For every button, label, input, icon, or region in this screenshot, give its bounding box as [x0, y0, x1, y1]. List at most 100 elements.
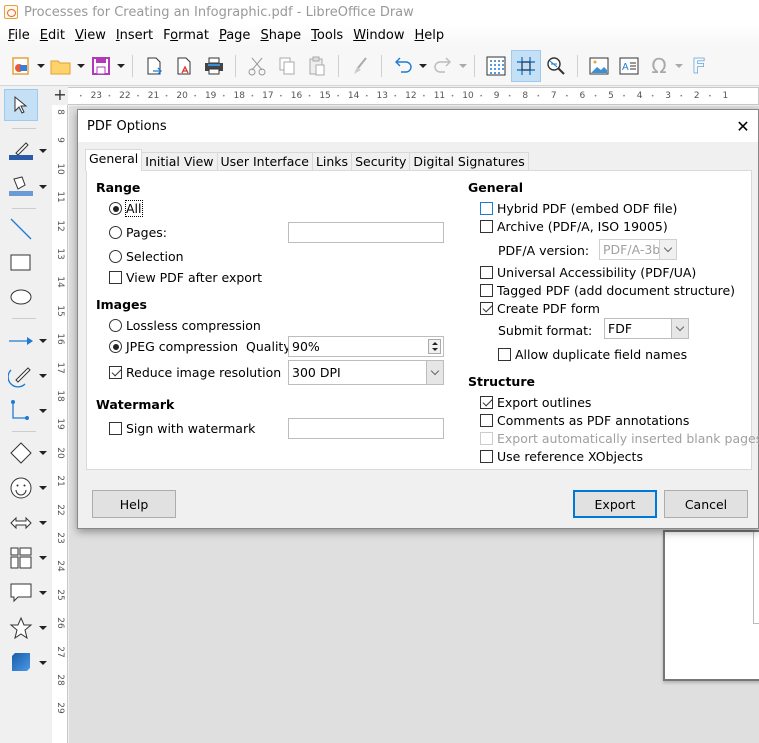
- curve-tool[interactable]: [4, 359, 50, 393]
- menu-window[interactable]: Window: [348, 28, 409, 43]
- export-button[interactable]: Export: [573, 490, 657, 518]
- comments-as-annotations-checkbox[interactable]: Comments as PDF annotations: [480, 413, 689, 428]
- menu-view[interactable]: View: [70, 28, 111, 43]
- menu-edit[interactable]: Edit: [35, 28, 70, 43]
- new-document-button[interactable]: [6, 50, 36, 82]
- callouts-dropdown[interactable]: [38, 591, 48, 595]
- undo-dropdown[interactable]: [418, 50, 428, 82]
- archive-pdfa-checkbox[interactable]: Archive (PDF/A, ISO 19005): [480, 219, 668, 234]
- save-button[interactable]: [86, 50, 116, 82]
- new-document-dropdown[interactable]: [36, 50, 46, 82]
- menu-format[interactable]: Format: [158, 28, 214, 43]
- vertical-ruler[interactable]: 8 9 10 11 12 13 14 15 16 17 18 19 20 21 22 23 24 25 26 27 28…: [52, 105, 68, 743]
- flowchart-dropdown[interactable]: [38, 556, 48, 560]
- range-pages-radio[interactable]: Pages:: [109, 225, 167, 240]
- 3d-objects-dropdown[interactable]: [38, 661, 48, 665]
- insert-image-button[interactable]: [584, 50, 614, 82]
- menu-shape[interactable]: Shape: [255, 28, 306, 43]
- paste-button[interactable]: [302, 50, 332, 82]
- range-selection-radio[interactable]: Selection: [109, 249, 184, 264]
- reduce-resolution-checkbox-box[interactable]: [109, 366, 122, 379]
- reduce-resolution-checkbox[interactable]: Reduce image resolution: [109, 365, 281, 380]
- flowchart-tool[interactable]: [4, 541, 50, 575]
- tab-initial-view[interactable]: Initial View: [141, 152, 218, 171]
- chevron-down-icon[interactable]: [659, 240, 676, 259]
- special-character-dropdown[interactable]: [674, 50, 684, 82]
- pages-input[interactable]: [288, 222, 444, 243]
- symbol-shapes-dropdown[interactable]: [38, 486, 48, 490]
- menu-page[interactable]: Page: [214, 28, 255, 43]
- tab-digital-signatures[interactable]: Digital Signatures: [409, 152, 529, 171]
- line-arrow-tool[interactable]: [4, 324, 50, 358]
- open-button[interactable]: [46, 50, 76, 82]
- hybrid-pdf-checkbox-box[interactable]: [480, 202, 493, 215]
- jpeg-compression-radio[interactable]: JPEG compression Quality:: [109, 339, 294, 354]
- copy-button[interactable]: [272, 50, 302, 82]
- archive-checkbox-box[interactable]: [480, 220, 493, 233]
- radio-pages-indicator[interactable]: [109, 226, 122, 239]
- universal-accessibility-checkbox[interactable]: Universal Accessibility (PDF/UA): [480, 265, 696, 280]
- stars-dropdown[interactable]: [38, 626, 48, 630]
- lossless-compression-radio[interactable]: Lossless compression: [109, 318, 261, 333]
- allow-duplicate-checkbox-box[interactable]: [498, 348, 511, 361]
- tab-links[interactable]: Links: [311, 152, 353, 171]
- submit-format-combobox[interactable]: FDF: [604, 318, 689, 339]
- block-arrows-tool[interactable]: [4, 506, 50, 540]
- tab-security[interactable]: Security: [351, 152, 411, 171]
- fill-color-tool[interactable]: [4, 170, 50, 204]
- zoom-pan-button[interactable]: [541, 50, 571, 82]
- help-button[interactable]: Help: [92, 490, 176, 518]
- range-all-radio[interactable]: All: [109, 200, 143, 217]
- basic-shapes-tool[interactable]: [4, 436, 50, 470]
- line-color-tool[interactable]: [4, 134, 50, 168]
- clone-formatting-button[interactable]: [345, 50, 375, 82]
- print-button[interactable]: [199, 50, 229, 82]
- show-grid-button[interactable]: [481, 50, 511, 82]
- export-outlines-checkbox[interactable]: Export outlines: [480, 395, 591, 410]
- document-page[interactable]: [663, 530, 759, 681]
- connector-tool[interactable]: [4, 394, 50, 428]
- quality-spin-buttons[interactable]: [428, 339, 441, 354]
- quality-spinbox[interactable]: 90%: [288, 336, 444, 357]
- chevron-down-icon[interactable]: [426, 361, 443, 384]
- stars-tool[interactable]: [4, 611, 50, 645]
- tab-general[interactable]: General: [85, 149, 143, 171]
- export-pdf-button[interactable]: [169, 50, 199, 82]
- menu-file[interactable]: File: [3, 28, 35, 43]
- export-outlines-checkbox-box[interactable]: [480, 396, 493, 409]
- view-pdf-after-export-checkbox[interactable]: View PDF after export: [109, 270, 262, 285]
- view-pdf-checkbox-box[interactable]: [109, 271, 122, 284]
- redo-dropdown[interactable]: [458, 50, 468, 82]
- xobjects-checkbox-box[interactable]: [480, 450, 493, 463]
- snap-to-grid-button[interactable]: [511, 49, 541, 82]
- use-reference-xobjects-checkbox[interactable]: Use reference XObjects: [480, 449, 643, 464]
- menu-help[interactable]: Help: [409, 28, 449, 43]
- cut-button[interactable]: [242, 50, 272, 82]
- rectangle-tool[interactable]: [4, 246, 50, 280]
- tagged-pdf-checkbox[interactable]: Tagged PDF (add document structure): [480, 283, 735, 298]
- radio-selection-indicator[interactable]: [109, 250, 122, 263]
- curve-dropdown[interactable]: [38, 374, 48, 378]
- allow-duplicate-field-names-checkbox[interactable]: Allow duplicate field names: [498, 347, 687, 362]
- callouts-tool[interactable]: [4, 576, 50, 610]
- pdfa-version-combobox[interactable]: PDF/A-3b: [599, 239, 677, 260]
- basic-shapes-dropdown[interactable]: [38, 451, 48, 455]
- radio-all-indicator[interactable]: [109, 202, 122, 215]
- line-tool[interactable]: [4, 212, 50, 246]
- tab-user-interface[interactable]: User Interface: [216, 152, 313, 171]
- hybrid-pdf-checkbox[interactable]: Hybrid PDF (embed ODF file): [480, 201, 677, 216]
- comments-checkbox-box[interactable]: [480, 414, 493, 427]
- export-button[interactable]: [139, 50, 169, 82]
- close-icon[interactable]: ✕: [728, 111, 758, 141]
- create-pdf-form-checkbox[interactable]: Create PDF form: [480, 301, 600, 316]
- special-character-button[interactable]: Ω: [644, 50, 674, 82]
- connector-dropdown[interactable]: [38, 409, 48, 413]
- watermark-text-input[interactable]: [288, 418, 444, 439]
- fill-color-dropdown[interactable]: [38, 185, 48, 189]
- chevron-down-icon[interactable]: [671, 319, 688, 338]
- ruler-origin-crosshair[interactable]: +: [52, 87, 68, 105]
- redo-button[interactable]: [428, 50, 458, 82]
- universal-accessibility-checkbox-box[interactable]: [480, 266, 493, 279]
- resolution-combobox[interactable]: 300 DPI: [288, 360, 444, 385]
- cancel-button[interactable]: Cancel: [664, 490, 748, 518]
